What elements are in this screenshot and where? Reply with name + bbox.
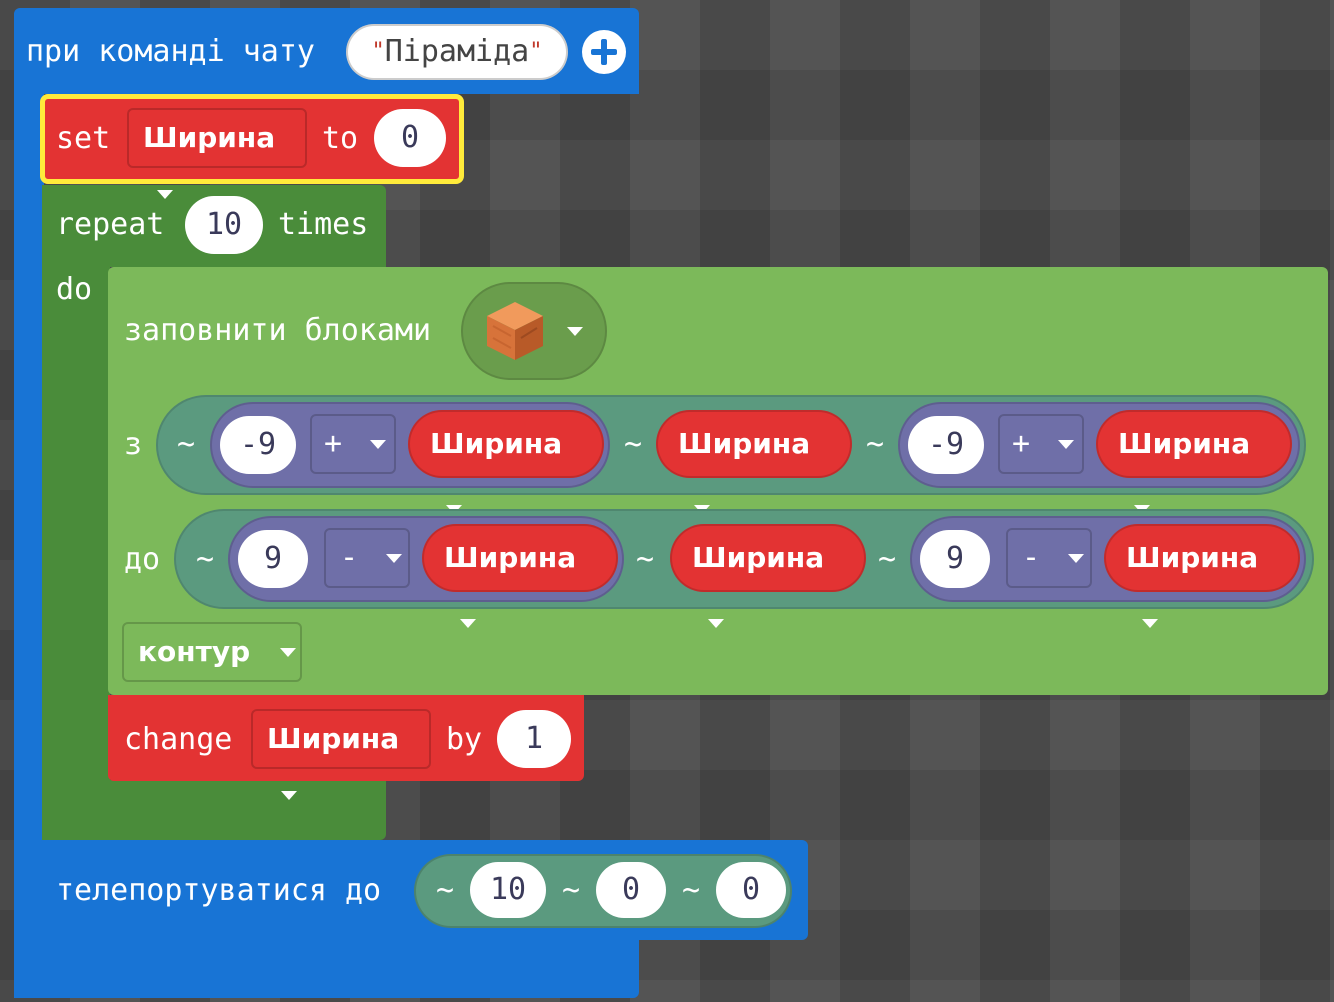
block-type-dropdown[interactable] [461,282,607,380]
chat-command-text: Піраміда [384,34,530,69]
set-label: set [56,121,111,156]
to-z-variable-dropdown[interactable]: Ширина [1104,524,1300,628]
change-variable-dropdown[interactable]: Ширина [251,709,431,800]
by-label: by [446,722,483,757]
teleport-x-input[interactable]: 10 [470,862,546,918]
do-label: do [56,272,93,307]
tilde-label: ~ [562,873,581,908]
to-x-operator-dropdown[interactable]: - [324,528,410,588]
fill-mode-dropdown[interactable]: контур [122,622,302,682]
tilde-label: ~ [196,542,215,577]
tilde-label: ~ [682,873,701,908]
set-value-input[interactable]: 0 [374,109,446,167]
from-x-number-input[interactable]: -9 [220,416,296,474]
chevron-down-icon [460,618,476,628]
set-variable-dropdown[interactable]: Ширина [127,108,307,199]
chat-command-input[interactable]: "Піраміда" [346,24,568,80]
variable-name: Ширина [678,427,811,460]
chevron-down-icon [708,618,724,628]
to-y-variable-dropdown[interactable]: Ширина [670,524,866,628]
variable-name: Ширина [430,427,563,460]
repeat-block-footer [42,780,386,840]
tilde-label: ~ [636,542,655,577]
event-label: при команді чату [26,34,315,69]
variable-name: Ширина [444,541,577,574]
set-variable-name: Ширина [143,121,276,154]
times-label: times [278,207,369,242]
to-z-operator-dropdown[interactable]: - [1006,528,1092,588]
tilde-label: ~ [624,427,643,462]
tilde-label: ~ [436,873,455,908]
fill-mode-text: контур [138,635,251,668]
from-y-variable-dropdown[interactable]: Ширина [656,410,852,514]
from-z-variable-dropdown[interactable]: Ширина [1096,410,1292,514]
teleport-label: телепортуватися до [56,873,382,908]
from-x-operator-dropdown[interactable]: + [310,414,396,474]
to-z-number-input[interactable]: 9 [920,530,990,588]
chevron-down-icon [281,791,297,800]
operator-text: - [340,540,359,575]
chevron-down-icon [157,190,173,199]
from-label: з [124,427,143,462]
event-block-body [14,90,44,998]
to-x-number-input[interactable]: 9 [238,530,308,588]
to-label: to [322,121,359,156]
chevron-down-icon [567,327,583,336]
chevron-down-icon [1068,554,1085,563]
teleport-z-input[interactable]: 0 [716,862,786,918]
repeat-block-arm [42,265,110,840]
tilde-label: ~ [866,427,885,462]
operator-text: + [1012,426,1031,461]
to-position-label: до [124,542,161,577]
from-z-operator-dropdown[interactable]: + [998,414,1084,474]
fill-label: заповнити блоками [124,313,432,348]
from-z-number-input[interactable]: -9 [908,416,984,474]
teleport-y-input[interactable]: 0 [596,862,666,918]
variable-name: Ширина [1118,427,1251,460]
operator-text: + [324,426,343,461]
from-x-variable-dropdown[interactable]: Ширина [408,410,604,514]
chevron-down-icon [386,554,403,563]
tilde-label: ~ [878,542,897,577]
to-x-variable-dropdown[interactable]: Ширина [422,524,618,628]
chevron-down-icon [370,440,387,449]
change-value-input[interactable]: 1 [497,710,571,768]
chevron-down-icon [280,648,297,657]
event-block-footer [14,938,639,998]
operator-text: - [1022,540,1041,575]
change-label: change [124,722,233,757]
chevron-down-icon [1058,440,1075,449]
repeat-count-input[interactable]: 10 [185,196,263,254]
orange-wood-cube-icon [487,302,543,360]
add-parameter-plus-icon[interactable] [582,30,626,74]
tilde-label: ~ [177,427,196,462]
change-variable-name: Ширина [267,722,400,755]
variable-name: Ширина [1126,541,1259,574]
variable-name: Ширина [692,541,825,574]
chevron-down-icon [1142,618,1158,628]
